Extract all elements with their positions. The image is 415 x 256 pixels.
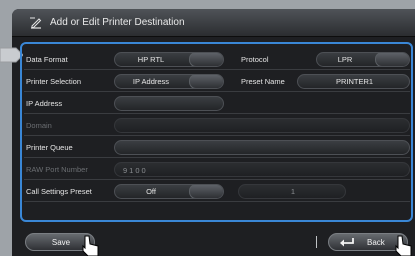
edit-destination-icon [30,17,42,29]
raw-port-label: RAW Port Number [26,165,88,174]
footer-separator [316,236,317,248]
back-return-icon [340,238,354,247]
protocol-selector[interactable]: LPR [316,52,410,67]
row-divider [24,91,410,92]
printer-queue-field[interactable] [114,140,410,155]
hand-cursor-icon [82,235,99,256]
domain-field [114,118,410,133]
row-divider [24,135,410,136]
protocol-value: LPR [337,55,353,64]
printer-selection-value: IP Address [132,77,170,86]
printer-selection-toggle[interactable] [189,75,223,88]
printer-queue-label: Printer Queue [26,143,73,152]
ip-address-field[interactable] [114,96,224,111]
preset-number-field: 1 [238,184,346,199]
row-divider [24,179,410,180]
printer-selection-label: Printer Selection [26,77,82,86]
row-divider [24,157,410,158]
ip-address-label: IP Address [26,99,63,108]
data-format-selector[interactable]: HP RTL [114,52,224,67]
back-button-label: Back [367,238,385,247]
window-title: Add or Edit Printer Destination [50,17,185,28]
row-divider [24,201,410,202]
call-settings-preset-selector[interactable]: Off [114,184,224,199]
preset-name-label: Preset Name [241,77,285,86]
call-settings-preset-label: Call Settings Preset [26,187,92,196]
raw-port-field: 9100 [114,162,410,177]
printer-selection-selector[interactable]: IP Address [114,74,224,89]
title-bar: Add or Edit Printer Destination [12,9,415,37]
protocol-toggle[interactable] [375,53,409,66]
preset-name-field[interactable]: PRINTER1 [297,74,410,89]
domain-label: Domain [26,121,52,130]
preset-number-value: 1 [290,187,296,196]
hand-cursor-icon [395,235,412,256]
data-format-toggle[interactable] [189,53,223,66]
row-divider [24,113,410,114]
protocol-label: Protocol [241,55,269,64]
preset-name-value: PRINTER1 [335,77,374,86]
raw-port-value: 9100 [123,166,148,175]
data-format-label: Data Format [26,55,68,64]
data-format-value: HP RTL [137,55,165,64]
row-divider [24,69,410,70]
call-settings-preset-toggle[interactable] [189,185,223,198]
call-settings-preset-value: Off [146,187,156,196]
